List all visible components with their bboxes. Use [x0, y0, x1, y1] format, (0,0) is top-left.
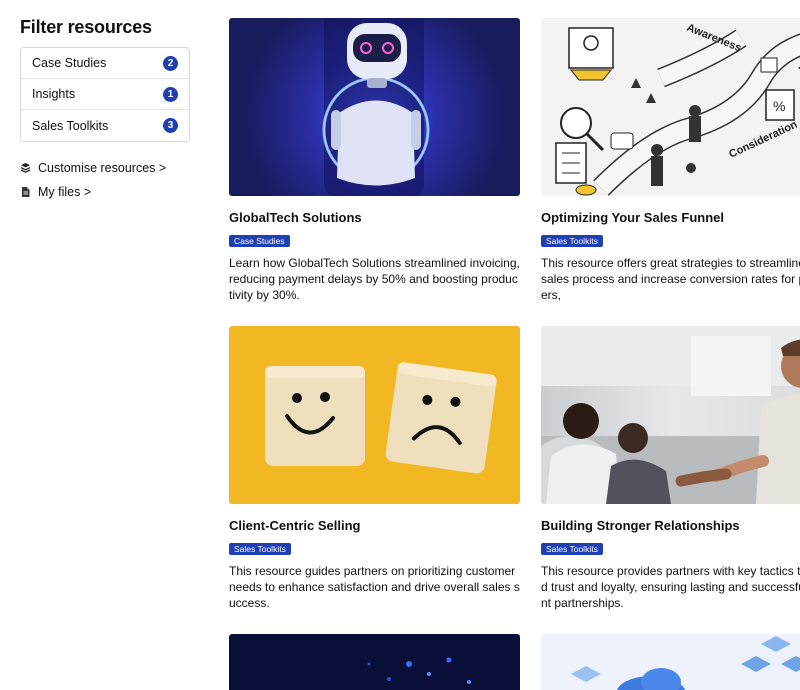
handshake-photo [541, 326, 800, 504]
filter-case-studies[interactable]: Case Studies 2 [21, 48, 189, 79]
filter-list: Case Studies 2 Insights 1 Sales Toolkits… [20, 47, 190, 142]
card-description: This resource offers great strategies to… [541, 256, 800, 302]
file-icon [20, 186, 31, 198]
my-files-link[interactable]: My files > [20, 184, 190, 200]
resource-card-partial-cloud[interactable] [541, 634, 800, 690]
dark-network-image [229, 634, 520, 690]
category-tag: Case Studies [229, 235, 290, 247]
percent-text: % [773, 98, 785, 114]
card-title: GlobalTech Solutions [229, 210, 362, 225]
resource-card-relationships[interactable]: Building Stronger Relationships Sales To… [541, 326, 800, 611]
resource-card-partial[interactable] [229, 634, 520, 690]
category-tag: Sales Toolkits [229, 543, 291, 555]
customise-resources-link[interactable]: Customise resources > [20, 160, 190, 176]
category-tag: Sales Toolkits [541, 543, 603, 555]
card-title: Optimizing Your Sales Funnel [541, 210, 724, 225]
consideration-text: Consideration [727, 118, 799, 160]
resource-card-client-centric[interactable]: Client-Centric Selling Sales Toolkits Th… [229, 326, 520, 611]
filter-label: Insights [32, 87, 76, 101]
layers-icon [20, 162, 31, 174]
customise-resources-label: Customise resources > [38, 161, 167, 175]
robot-image [229, 18, 520, 196]
filter-title: Filter resources [20, 17, 152, 37]
filter-insights[interactable]: Insights 1 [21, 79, 189, 110]
cloud-servers-illustration [541, 634, 800, 690]
filter-sales-toolkits[interactable]: Sales Toolkits 3 [21, 110, 189, 141]
sales-funnel-illustration: Awareness Consideration % [541, 18, 800, 196]
resource-card-globaltech[interactable]: GlobalTech Solutions Case Studies Learn … [229, 18, 520, 303]
card-title: Client-Centric Selling [229, 518, 361, 533]
card-description: This resource guides partners on priorit… [229, 564, 520, 610]
card-title: Building Stronger Relationships [541, 518, 740, 533]
category-tag: Sales Toolkits [541, 235, 603, 247]
count-badge: 1 [163, 86, 178, 102]
filter-sidebar: Filter resources Case Studies 2 Insights… [20, 16, 190, 200]
filter-label: Sales Toolkits [32, 118, 109, 133]
count-badge: 2 [163, 55, 178, 71]
card-description: This resource provides partners with key… [541, 564, 800, 610]
my-files-label: My files > [38, 185, 92, 199]
card-description: Learn how GlobalTech Solutions streamlin… [229, 256, 520, 302]
filter-label: Case Studies [32, 56, 107, 70]
smiley-blocks-image [229, 326, 520, 504]
count-badge: 3 [163, 118, 178, 133]
resource-card-sales-funnel[interactable]: Awareness Consideration % Optimizing You… [541, 18, 800, 303]
